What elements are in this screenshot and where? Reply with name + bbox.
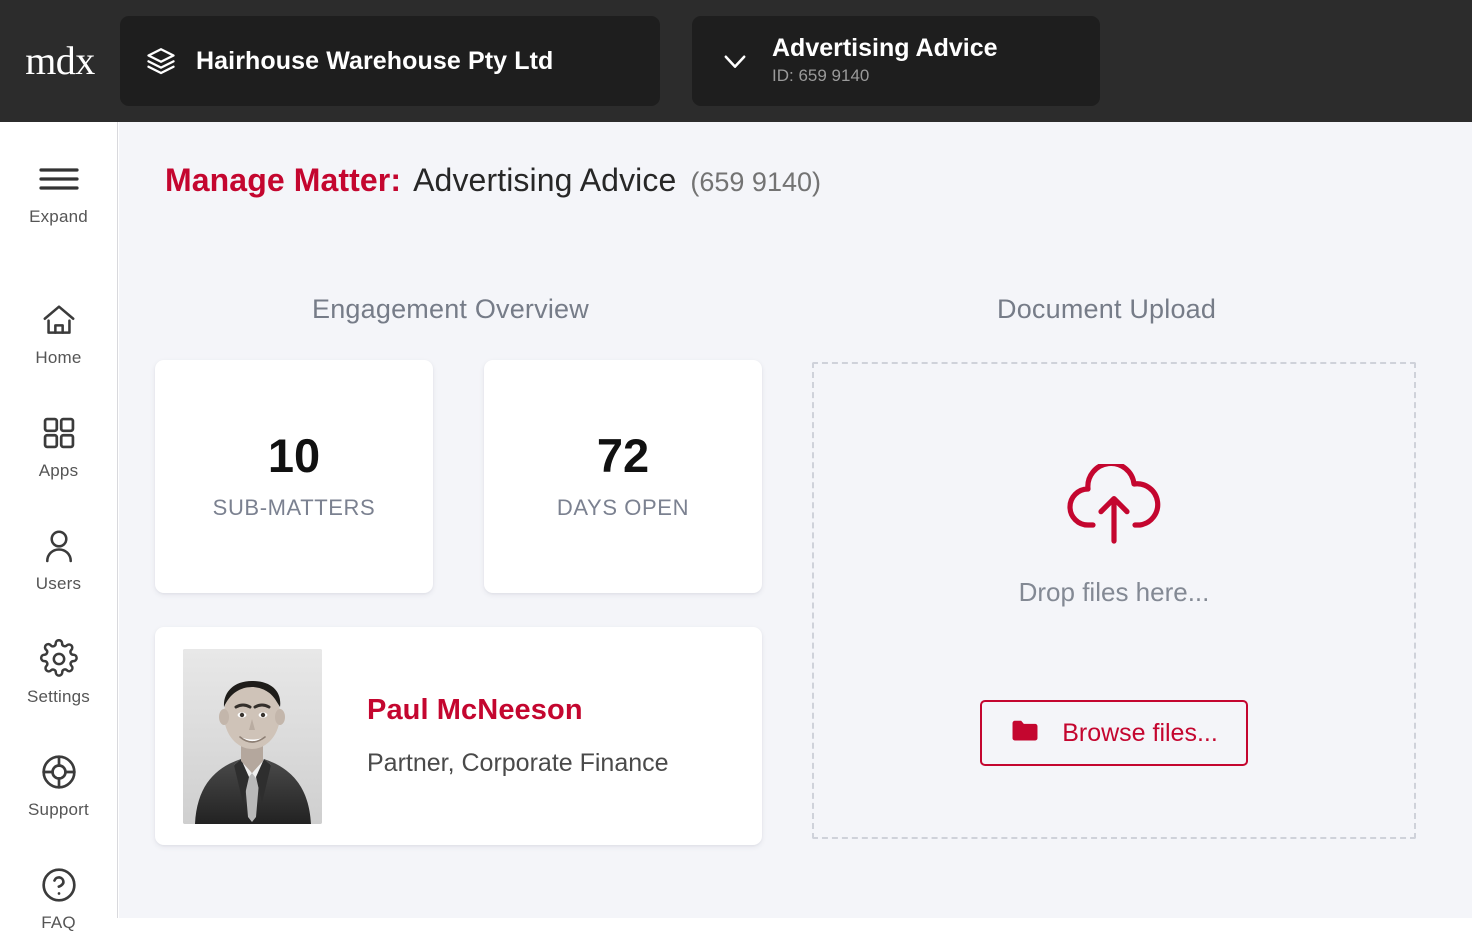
client-selector[interactable]: Hairhouse Warehouse Pty Ltd: [120, 16, 660, 106]
engagement-heading: Engagement Overview: [312, 294, 589, 324]
upload-heading: Document Upload: [997, 294, 1217, 324]
contact-role: Partner, Corporate Finance: [367, 749, 669, 777]
app-logo[interactable]: mdx: [0, 41, 120, 81]
hamburger-icon: [37, 158, 81, 200]
stat-value: 72: [596, 429, 650, 482]
file-dropzone[interactable]: Drop files here... Browse files...: [812, 362, 1416, 839]
top-bar: mdx Hairhouse Warehouse Pty Ltd Advertis…: [0, 0, 1472, 122]
sidebar-item-apps[interactable]: Apps: [0, 412, 117, 481]
sidebar-label-settings: Settings: [26, 687, 91, 706]
layers-icon: [146, 46, 176, 76]
folder-icon: [1010, 719, 1040, 748]
user-icon: [40, 525, 78, 567]
sidebar-item-faq[interactable]: FAQ: [0, 864, 117, 933]
sidebar-label-faq: FAQ: [41, 913, 76, 932]
avatar: [183, 648, 322, 824]
matter-id: ID: 659 9140: [772, 65, 870, 85]
sidebar-item-settings[interactable]: Settings: [0, 638, 117, 707]
question-circle-icon: [39, 864, 79, 906]
page-title-prefix: Manage Matter:: [165, 162, 402, 198]
matter-selector[interactable]: Advertising Advice ID: 659 9140: [692, 16, 1100, 106]
lifebuoy-icon: [39, 751, 79, 793]
cloud-upload-icon: [1062, 460, 1166, 551]
main-content: Manage Matter: Advertising Advice (659 9…: [119, 122, 1472, 918]
sidebar-item-support[interactable]: Support: [0, 751, 117, 820]
stat-card-days-open[interactable]: 72 DAYS OPEN: [484, 360, 762, 593]
stat-card-sub-matters[interactable]: 10 SUB-MATTERS: [155, 360, 433, 593]
sidebar-label-support: Support: [28, 800, 89, 819]
drop-files-text: Drop files here...: [1018, 577, 1210, 607]
stat-label: SUB-MATTERS: [212, 495, 376, 520]
sidebar-item-users[interactable]: Users: [0, 525, 117, 594]
sidebar-item-expand[interactable]: Expand: [0, 158, 117, 227]
sidebar-item-home[interactable]: Home: [0, 299, 117, 368]
grid-apps-icon: [40, 412, 78, 454]
browse-files-label: Browse files...: [1062, 718, 1218, 747]
sidebar-label-apps: Apps: [38, 461, 79, 480]
chevron-down-icon: [718, 44, 752, 78]
stat-value: 10: [267, 429, 321, 482]
stat-label: DAYS OPEN: [556, 495, 690, 520]
sidebar-label-expand: Expand: [29, 207, 88, 226]
home-icon: [39, 299, 79, 341]
page-title-id: (659 9140): [690, 167, 821, 197]
matter-title: Advertising Advice: [772, 34, 998, 63]
gear-icon: [39, 638, 79, 680]
sidebar-label-home: Home: [35, 348, 82, 367]
contact-name: Paul McNeeson: [367, 694, 583, 726]
page-title-name: Advertising Advice: [413, 162, 677, 198]
sidebar: Expand Home Apps Users Settings Support …: [0, 122, 118, 932]
page-title: Manage Matter: Advertising Advice (659 9…: [165, 162, 821, 199]
browse-files-button[interactable]: Browse files...: [980, 700, 1248, 766]
client-name: Hairhouse Warehouse Pty Ltd: [196, 46, 554, 75]
contact-card[interactable]: Paul McNeeson Partner, Corporate Finance: [155, 627, 762, 845]
sidebar-label-users: Users: [35, 574, 82, 593]
